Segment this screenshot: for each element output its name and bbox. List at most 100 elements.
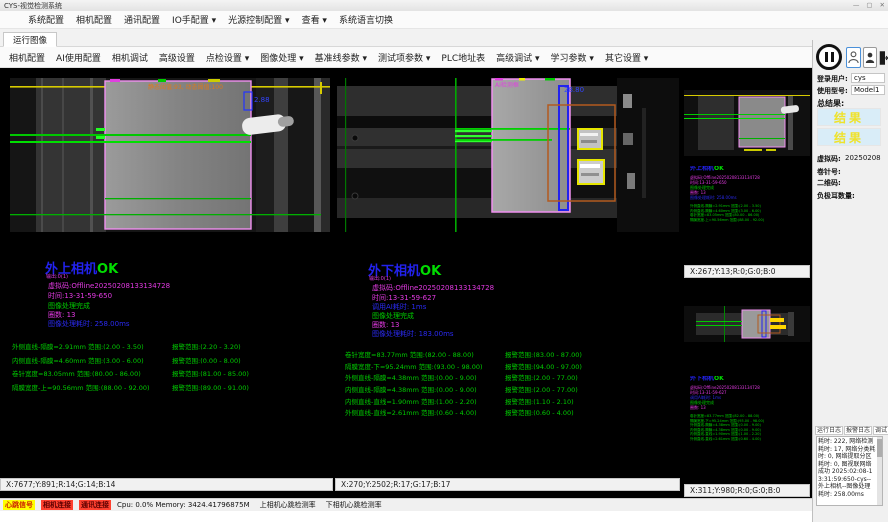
mid-result-row: 外侧直线-隔膜=4.38mm 范围:(0.00 - 9.00): [345, 372, 477, 382]
title-bar: CYS-视觉检测系统 — ▢ ✕: [0, 0, 888, 11]
menu-item-comm-config[interactable]: 通讯配置: [124, 13, 160, 26]
mid-virtual-code: 虚拟码:Offline20250208133134728: [372, 283, 494, 293]
login-user-button[interactable]: [846, 47, 861, 68]
qr-code-label: 二维码:: [817, 178, 841, 188]
log-output[interactable]: 耗时: 222, 网络检测耗时: 17, 网络分类耗时: 0, 网络提取分区耗时…: [816, 436, 883, 506]
left-alarm-range: 报警范围:(89.00 - 91.00): [172, 382, 249, 392]
mini-top-view[interactable]: 外上相机OK 虚拟码:Offline20250208133134728 时间:1…: [684, 70, 810, 265]
log-scrollbar[interactable]: [877, 437, 882, 505]
toolbar-advanced-settings[interactable]: 高级设置: [159, 51, 195, 64]
menu-item-system-config[interactable]: 系统配置: [28, 13, 64, 26]
mini-top-statusbar: X:267;Y:13;R:0;G:0;B:0: [684, 265, 810, 278]
mini-bottom-view[interactable]: 外下相机OK 虚拟码:Offline20250208133134728 时间:1…: [684, 280, 810, 484]
mid-alarm-range: 报警范围:(2.00 - 77.00): [505, 372, 578, 382]
mid-alarm-range: 报警范围:(94.00 - 97.00): [505, 361, 582, 371]
login-user-label: 登录用户:: [817, 74, 848, 84]
toolbar-learning-params[interactable]: 学习参数 ▾: [551, 51, 594, 64]
cpu-memory-status: Cpu: 0.0% Memory: 3424.41796875M: [117, 501, 250, 509]
virtual-code-value: 20250208: [845, 154, 881, 162]
model-label: 使用型号:: [817, 86, 848, 96]
mini-top-elapsed: 图像处理耗时: 258.00ms: [690, 195, 737, 200]
neg-tab-count-label: 负极耳数量:: [817, 191, 855, 201]
menu-item-language[interactable]: 系统语言切换: [339, 13, 393, 26]
result-display-lower: 结果: [817, 128, 881, 146]
left-time: 时间:13-31-59-650: [48, 291, 112, 301]
toolbar-ai-config[interactable]: AI使用配置: [56, 51, 101, 64]
mid-alarm-range: 报警范围:(2.00 - 77.00): [505, 384, 578, 394]
left-result-row: 内侧直线-隔膜=4.60mm 范围:(3.00 - 6.00): [12, 355, 144, 365]
mini-bottom-title: 外下相机OK: [690, 376, 724, 381]
login-user-value: cys: [851, 73, 885, 83]
log-tabs: 运行日志 报警日志 调试日志: [815, 426, 888, 435]
pin-number-label: 卷针号:: [817, 167, 841, 177]
tab-row: 运行图像: [0, 29, 888, 47]
toolbar-spot-check[interactable]: 点检设置 ▾: [206, 51, 249, 64]
mid-measure-overlay: 28.80: [564, 86, 584, 94]
menu-bar: 系统配置 相机配置 通讯配置 IO手配置 ▾ 光源控制配置 ▾ 查看 ▾ 系统语…: [0, 11, 888, 29]
left-camera-image[interactable]: 静态阈值:93, 动态阈值:100 2.88: [10, 78, 330, 232]
left-result-row: 卷针宽度=83.05mm 范围:(80.00 - 86.00): [12, 368, 141, 378]
menu-item-io-config[interactable]: IO手配置 ▾: [172, 13, 216, 26]
mini-top-results: 外侧直线-隔膜=2.91mm 范围:(2.00 - 3.50) 内侧直线-隔膜=…: [690, 204, 808, 222]
pause-icon: [825, 52, 834, 62]
log-scrollbar-thumb[interactable]: [877, 439, 882, 457]
heartbeat-badge: 心跳信号: [3, 500, 35, 510]
app-statusbar: 心跳信号 相机连接 通讯连接 Cpu: 0.0% Memory: 3424.41…: [0, 498, 812, 511]
close-icon[interactable]: ✕: [880, 1, 885, 9]
maximize-icon[interactable]: ▢: [866, 1, 872, 9]
tab-run-log[interactable]: 运行日志: [815, 426, 843, 435]
left-camera-ok-status: OK: [97, 262, 118, 277]
tab-debug-log[interactable]: 调试日志: [873, 426, 888, 435]
mid-alarm-range: 报警范围:(1.10 - 2.10): [505, 396, 574, 406]
toolbar: 相机配置 AI使用配置 相机调试 高级设置 点检设置 ▾ 图像处理 ▾ 基准线参…: [0, 47, 812, 68]
mid-result-row: 外侧直线-直线=2.61mm 范围:(0.60 - 4.00): [345, 407, 477, 417]
mid-camera-ok-status: OK: [420, 264, 441, 279]
left-view-statusbar: X:7677;Y:891;R:14;G:14;B:14: [0, 478, 333, 491]
mid-camera-sub: 输出:0(1): [369, 275, 391, 282]
left-measure-overlay: 2.88: [254, 96, 270, 104]
toolbar-other-settings[interactable]: 其它设置 ▾: [605, 51, 648, 64]
lower-camera-heartbeat: 下相机心跳检测率: [326, 500, 382, 510]
left-threshold-overlay: 静态阈值:93, 动态阈值:100: [148, 82, 223, 91]
virtual-code-label: 虚拟码:: [817, 154, 841, 164]
menu-item-camera-config[interactable]: 相机配置: [76, 13, 112, 26]
toolbar-image-processing[interactable]: 图像处理 ▾: [260, 51, 303, 64]
mid-camera-image[interactable]: AI检测框 28.80: [337, 78, 679, 232]
toolbar-baseline-params[interactable]: 基准线参数 ▾: [315, 51, 367, 64]
mid-alarm-range: 报警范围:(0.60 - 4.00): [505, 407, 574, 417]
left-alarm-range: 报警范围:(2.20 - 3.20): [172, 341, 241, 351]
toolbar-test-params[interactable]: 测试项参数 ▾: [378, 51, 430, 64]
menu-item-light-config[interactable]: 光源控制配置 ▾: [228, 13, 289, 26]
mid-result-row: 隔膜宽度-下=95.24mm 范围:(93.00 - 98.00): [345, 361, 483, 371]
mini-top-scene: [684, 90, 810, 156]
left-alarm-range: 报警范围:(0.00 - 8.00): [172, 355, 241, 365]
toolbar-camera-debug[interactable]: 相机调试: [112, 51, 148, 64]
mid-result-row: 卷针宽度=83.77mm 范围:(82.00 - 88.00): [345, 349, 474, 359]
mini-bottom-statusbar: X:311;Y:980;R:0;G:0;B:0: [684, 484, 810, 497]
mini-bottom-results: 卷针宽度=83.77mm 范围:(82.00 - 88.00) 隔膜宽度-下=9…: [690, 414, 808, 442]
toolbar-camera-config[interactable]: 相机配置: [9, 51, 45, 64]
right-control-panel: 登录用户: cys 使用型号: Model1 总结果: 结果 结果 虚拟码: 2…: [812, 40, 888, 522]
pause-button[interactable]: [816, 44, 842, 70]
left-alarm-range: 报警范围:(81.00 - 85.00): [172, 368, 249, 378]
ai-detect-box-label: AI检测框: [495, 80, 519, 89]
exit-button[interactable]: [879, 46, 888, 69]
left-elapsed: 图像处理耗时: 258.00ms: [48, 319, 130, 329]
tab-run-image[interactable]: 运行图像: [3, 32, 57, 47]
left-virtual-code: 虚拟码:Offline20250208133134728: [48, 281, 170, 291]
mid-result-row: 内侧直线-直线=1.90mm 范围:(1.00 - 2.20): [345, 396, 477, 406]
comm-connect-badge: 通讯连接: [79, 500, 111, 510]
menu-item-view[interactable]: 查看 ▾: [302, 13, 327, 26]
toolbar-plc-table[interactable]: PLC地址表: [441, 51, 485, 64]
camera-connect-badge: 相机连接: [41, 500, 73, 510]
operator-button[interactable]: [863, 47, 877, 68]
mid-camera-scene: [337, 78, 679, 232]
toolbar-advanced-debug[interactable]: 高级调试 ▾: [496, 51, 539, 64]
mid-result-row: 内侧直线-隔膜=4.38mm 范围:(0.00 - 9.00): [345, 384, 477, 394]
minimize-icon[interactable]: —: [853, 1, 860, 9]
tab-alarm-log[interactable]: 报警日志: [844, 426, 872, 435]
left-camera-scene: [10, 78, 330, 232]
left-result-row: 隔膜宽度-上=90.56mm 范围:(88.00 - 92.00): [12, 382, 150, 392]
mini-bottom-scene: [684, 306, 810, 342]
user-outline-icon: [848, 50, 859, 65]
